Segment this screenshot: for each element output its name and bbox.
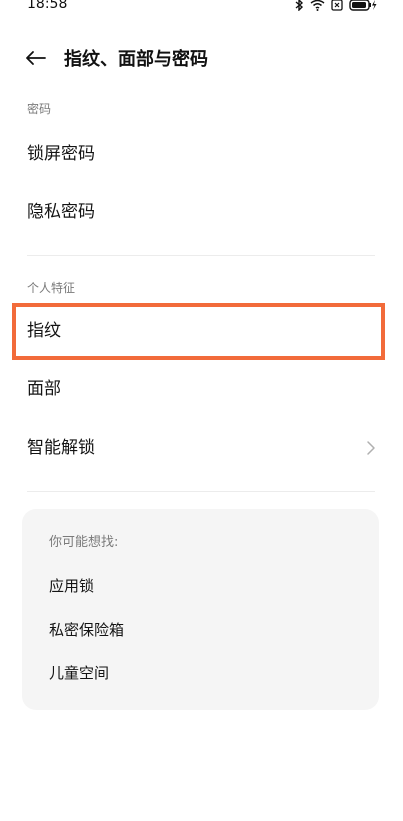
battery-charging-icon	[349, 0, 377, 12]
list-item-smart-unlock[interactable]: 智能解锁	[0, 423, 403, 473]
status-icons	[295, 0, 377, 12]
suggestion-app-lock[interactable]: 应用锁	[49, 575, 94, 597]
list-item-lockscreen-password[interactable]: 锁屏密码	[0, 129, 403, 179]
chevron-right-icon	[365, 440, 377, 456]
suggestions-card: 你可能想找: 应用锁 私密保险箱 儿童空间	[22, 509, 379, 710]
arrow-left-icon	[25, 50, 47, 70]
page-title: 指纹、面部与密码	[64, 49, 208, 70]
suggestions-title: 你可能想找:	[49, 535, 119, 550]
list-item-label: 面部	[27, 379, 61, 399]
divider	[27, 491, 375, 492]
divider	[27, 255, 375, 256]
sim-icon	[331, 0, 343, 12]
list-item-privacy-password[interactable]: 隐私密码	[0, 187, 403, 237]
list-item-label: 智能解锁	[27, 438, 95, 458]
wifi-icon	[310, 0, 325, 12]
list-item-face[interactable]: 面部	[0, 364, 403, 414]
header: 指纹、面部与密码	[0, 40, 403, 80]
list-item-label: 指纹	[27, 321, 61, 341]
list-item-label: 隐私密码	[27, 202, 95, 222]
back-button[interactable]	[22, 48, 50, 72]
list-item-label: 锁屏密码	[27, 144, 95, 164]
status-time: 18:58	[27, 0, 68, 12]
section-label-personal-features: 个人特征	[27, 281, 76, 295]
suggestion-kids-space[interactable]: 儿童空间	[49, 662, 109, 684]
bluetooth-icon	[295, 0, 304, 12]
status-bar: 18:58	[0, 0, 403, 14]
suggestion-private-safe[interactable]: 私密保险箱	[49, 619, 124, 641]
section-label-password: 密码	[27, 102, 52, 116]
list-item-fingerprint[interactable]: 指纹	[0, 306, 403, 356]
